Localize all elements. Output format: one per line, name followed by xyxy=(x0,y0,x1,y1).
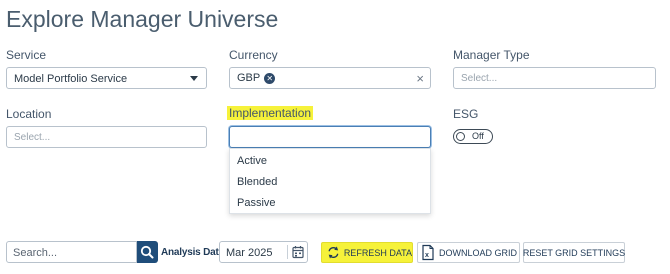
service-value: Model Portfolio Service xyxy=(14,73,128,85)
esg-toggle[interactable]: Off xyxy=(453,129,493,144)
refresh-data-button[interactable]: REFRESH DATA xyxy=(321,242,413,263)
search-input[interactable]: Search... xyxy=(6,241,137,263)
analysis-date-label: Analysis Date xyxy=(161,247,224,258)
implementation-dropdown: Active Blended Passive xyxy=(229,148,431,214)
location-select[interactable]: Select... xyxy=(6,126,207,148)
divider xyxy=(287,245,288,259)
currency-chip-label: GBP xyxy=(237,72,261,84)
location-placeholder: Select... xyxy=(14,132,51,143)
search-placeholder: Search... xyxy=(13,247,58,259)
currency-label: Currency xyxy=(229,48,278,62)
caret-down-icon xyxy=(190,76,198,81)
clear-icon[interactable]: × xyxy=(416,71,424,86)
implementation-input[interactable] xyxy=(229,126,431,148)
chip-remove-icon[interactable]: ✕ xyxy=(264,72,276,84)
dropdown-option-blended[interactable]: Blended xyxy=(237,176,277,188)
dropdown-option-active[interactable]: Active xyxy=(237,155,267,167)
analysis-date-field[interactable]: Mar 2025 xyxy=(219,241,308,263)
esg-toggle-label: Off xyxy=(472,131,484,141)
svg-text:x: x xyxy=(425,252,429,259)
excel-icon: x xyxy=(422,244,434,261)
download-grid-button[interactable]: x DOWNLOAD GRID xyxy=(417,242,520,263)
currency-chip: GBP ✕ xyxy=(237,72,276,84)
dropdown-option-passive[interactable]: Passive xyxy=(237,197,276,209)
service-label: Service xyxy=(6,48,47,62)
implementation-label: Implementation xyxy=(227,106,314,120)
analysis-date-value: Mar 2025 xyxy=(226,247,273,259)
reset-grid-settings-label: RESET GRID SETTINGS xyxy=(522,247,626,258)
currency-select[interactable]: GBP ✕ × xyxy=(229,67,431,89)
toggle-knob xyxy=(456,132,465,141)
calendar-icon[interactable] xyxy=(292,245,304,259)
location-label: Location xyxy=(6,107,52,121)
page-title: Explore Manager Universe xyxy=(6,6,279,32)
refresh-data-label: REFRESH DATA xyxy=(343,247,412,258)
service-select[interactable]: Model Portfolio Service xyxy=(6,67,207,89)
manager-type-label: Manager Type xyxy=(453,48,530,62)
manager-type-placeholder: Select... xyxy=(461,73,498,84)
reset-grid-settings-button[interactable]: RESET GRID SETTINGS xyxy=(523,242,625,263)
search-icon xyxy=(140,245,154,259)
download-grid-label: DOWNLOAD GRID xyxy=(439,247,518,258)
esg-label: ESG xyxy=(453,107,479,121)
search-button[interactable] xyxy=(137,241,158,263)
manager-type-select[interactable]: Select... xyxy=(453,67,656,89)
refresh-icon xyxy=(328,246,339,259)
